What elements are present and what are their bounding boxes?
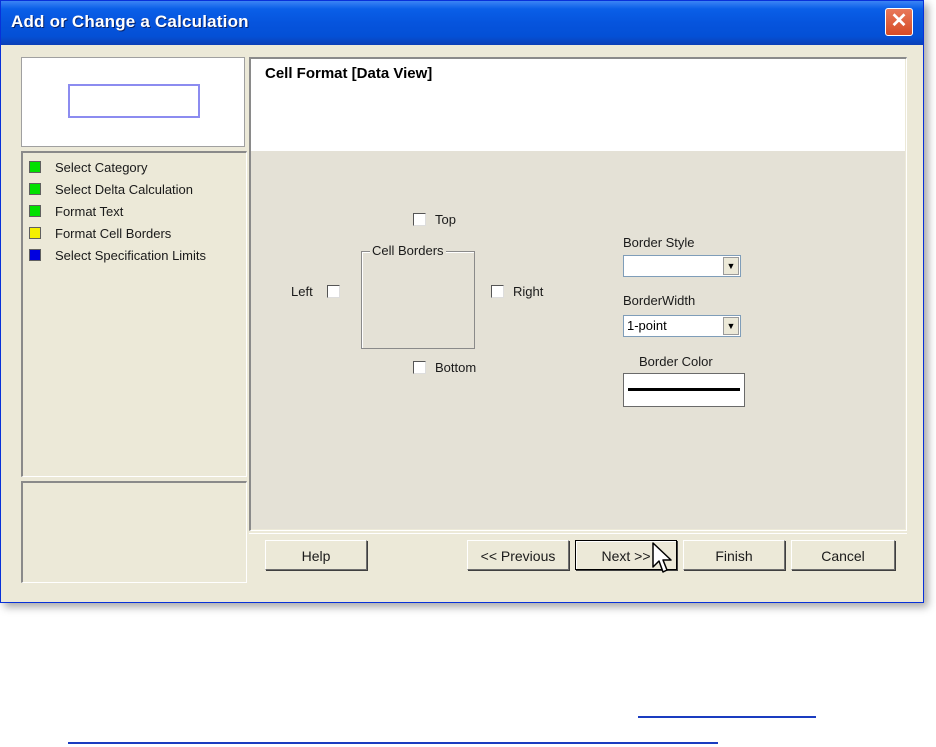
- step-label: Select Specification Limits: [55, 247, 207, 263]
- help-button[interactable]: Help: [265, 540, 367, 570]
- step-status-icon: [29, 161, 41, 173]
- dialog-client-area: Select Category Select Delta Calculation…: [9, 45, 915, 597]
- wizard-button-bar: Help << Previous Next >> Finish Cancel: [249, 533, 907, 582]
- chevron-down-icon[interactable]: ▼: [723, 257, 739, 275]
- step-label: Format Text: [55, 203, 124, 219]
- chevron-down-icon[interactable]: ▼: [723, 317, 739, 335]
- step-status-icon: [29, 183, 41, 195]
- step-label: Select Category: [55, 159, 148, 175]
- bottom-border-checkbox[interactable]: [413, 361, 426, 374]
- panel-title: Cell Format [Data View]: [265, 65, 433, 82]
- step-status-icon: [29, 205, 41, 217]
- top-border-label: Top: [435, 212, 456, 227]
- step-status-icon: [29, 249, 41, 261]
- link-underline: [68, 742, 718, 744]
- border-color-picker[interactable]: [623, 373, 745, 407]
- step-description-area: [21, 481, 247, 583]
- step-item-select-category[interactable]: Select Category: [29, 157, 148, 177]
- border-color-swatch: [628, 388, 740, 391]
- border-width-value: 1-point: [627, 318, 667, 333]
- mouse-pointer-icon: [652, 542, 672, 573]
- finish-button[interactable]: Finish: [683, 540, 785, 570]
- step-label: Format Cell Borders: [55, 225, 172, 241]
- border-color-label: Border Color: [639, 354, 713, 369]
- previous-button[interactable]: << Previous: [467, 540, 569, 570]
- preview-cell: [68, 84, 200, 118]
- step-status-icon: [29, 227, 41, 239]
- step-item-format-cell-borders[interactable]: Format Cell Borders: [29, 223, 171, 243]
- step-item-select-specification-limits[interactable]: Select Specification Limits: [29, 245, 206, 265]
- wizard-steps-list: Select Category Select Delta Calculation…: [21, 151, 247, 477]
- step-item-format-text[interactable]: Format Text: [29, 201, 123, 221]
- border-style-label: Border Style: [623, 235, 695, 250]
- panel-header: Cell Format [Data View]: [251, 59, 905, 151]
- cell-borders-group: Cell Borders: [361, 243, 475, 349]
- cancel-button[interactable]: Cancel: [791, 540, 895, 570]
- right-border-label: Right: [513, 284, 544, 299]
- left-border-label: Left: [291, 284, 313, 299]
- top-border-checkbox[interactable]: [413, 213, 426, 226]
- step-item-select-delta-calculation[interactable]: Select Delta Calculation: [29, 179, 193, 199]
- right-border-checkbox[interactable]: [491, 285, 504, 298]
- title-bar: Add or Change a Calculation ✕: [1, 1, 923, 45]
- border-style-select[interactable]: ▼: [623, 255, 741, 277]
- cell-format-panel: Cell Format [Data View] Top Cell Borders…: [249, 57, 907, 531]
- cell-borders-group-label: Cell Borders: [370, 243, 446, 258]
- close-button[interactable]: ✕: [885, 8, 913, 36]
- window-title: Add or Change a Calculation: [11, 12, 249, 31]
- step-label: Select Delta Calculation: [55, 181, 194, 197]
- border-width-label: BorderWidth: [623, 293, 696, 308]
- panel-body: Top Cell Borders Left Right Bottom Borde…: [251, 151, 905, 529]
- dialog-window: Add or Change a Calculation ✕ Select Cat…: [0, 0, 924, 603]
- calculation-preview: [21, 57, 245, 147]
- border-width-select[interactable]: 1-point ▼: [623, 315, 741, 337]
- left-border-checkbox[interactable]: [327, 285, 340, 298]
- link-underline: [638, 716, 816, 718]
- bottom-border-label: Bottom: [435, 360, 477, 375]
